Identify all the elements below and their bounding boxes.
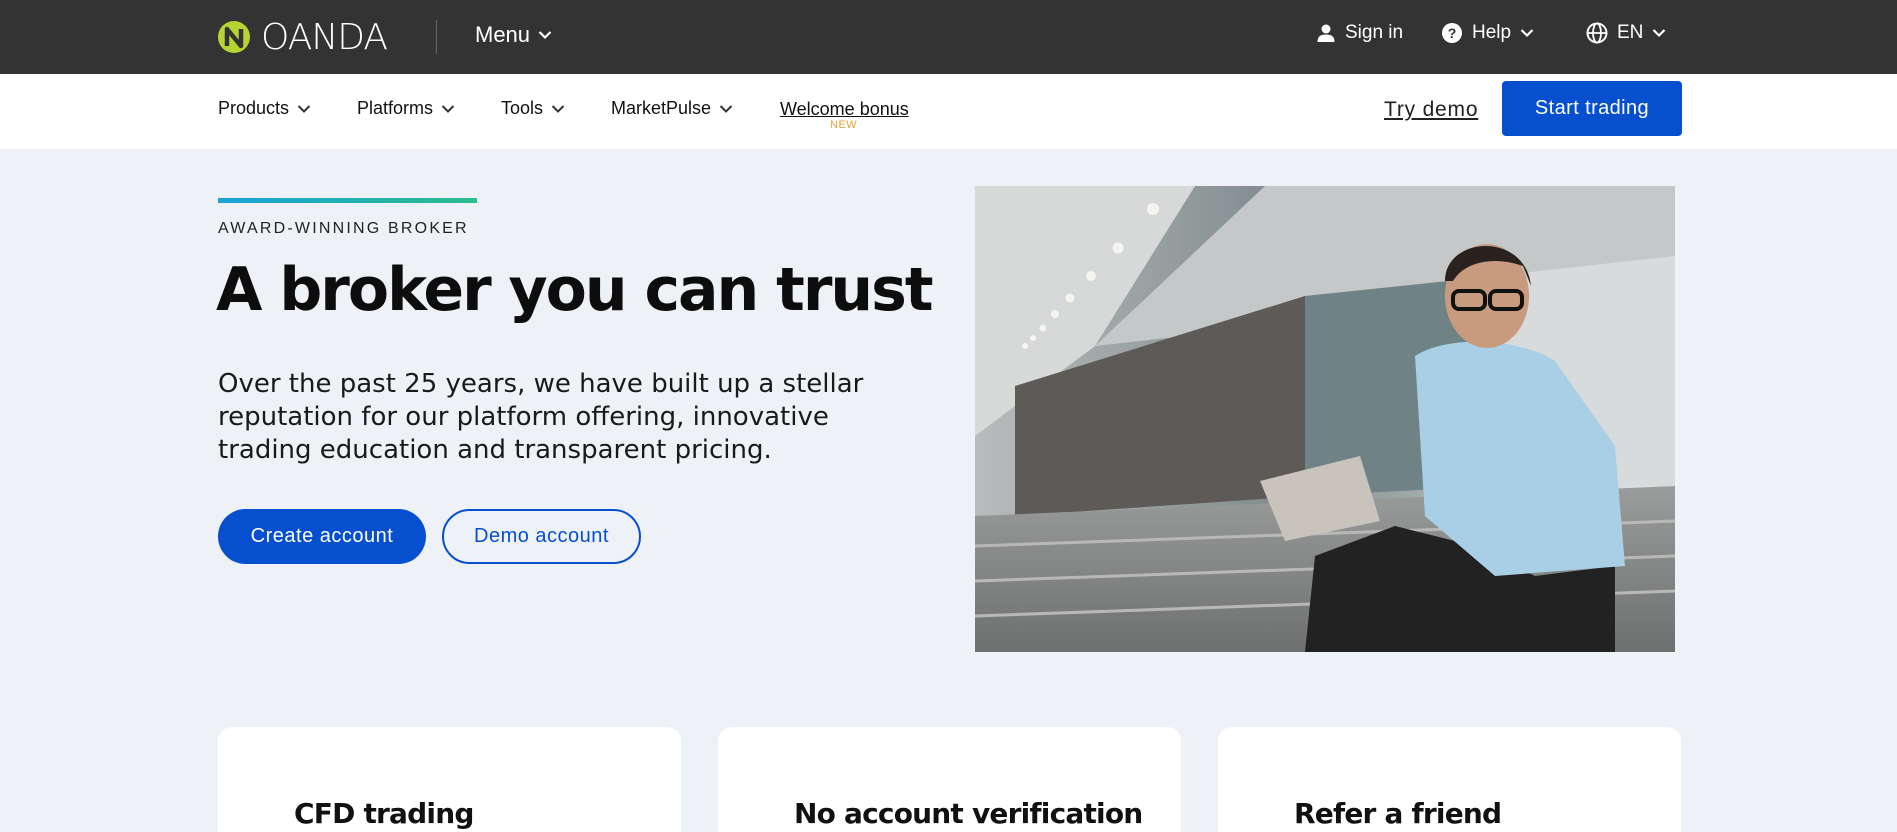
menu-label: Menu xyxy=(475,22,531,47)
create-account-button[interactable]: Create account xyxy=(218,509,426,564)
help-icon: ? xyxy=(1442,23,1462,43)
accent-line xyxy=(218,198,477,203)
chevron-down-icon xyxy=(1653,29,1666,38)
nav-item-label: Platforms xyxy=(357,98,434,118)
feature-card-cfd[interactable]: CFD trading xyxy=(218,727,681,832)
help-menu[interactable]: ? Help xyxy=(1441,22,1534,44)
nav-item-label: MarketPulse xyxy=(611,98,712,118)
nav-item-label: Products xyxy=(218,98,290,118)
nav-item-label: Tools xyxy=(501,98,544,118)
hero-eyebrow: AWARD-WINNING BROKER xyxy=(218,220,469,237)
chevron-down-icon xyxy=(551,104,565,113)
sign-in-link[interactable]: Sign in xyxy=(1316,22,1403,44)
logo-text: OANDA xyxy=(261,16,388,58)
language-selector[interactable]: EN xyxy=(1586,22,1666,44)
feature-card-no-verification[interactable]: No account verification xyxy=(718,727,1181,832)
svg-text:?: ? xyxy=(1448,25,1457,41)
user-icon xyxy=(1317,24,1335,42)
chevron-down-icon xyxy=(441,104,455,113)
feature-card-refer-friend[interactable]: Refer a friend xyxy=(1218,727,1681,832)
menu-button[interactable]: Menu xyxy=(475,22,552,48)
nav-item-tools[interactable]: Tools xyxy=(501,98,565,119)
chevron-down-icon xyxy=(538,31,552,40)
help-label: Help xyxy=(1472,22,1512,43)
nav-item-platforms[interactable]: Platforms xyxy=(357,98,455,119)
sign-in-label: Sign in xyxy=(1345,22,1404,43)
oanda-logo[interactable]: OANDA xyxy=(217,16,388,58)
chevron-down-icon xyxy=(1520,29,1534,38)
chevron-down-icon xyxy=(719,104,733,113)
topbar-divider xyxy=(436,20,437,54)
new-badge: NEW xyxy=(830,119,858,131)
nav-item-welcome-bonus[interactable]: Welcome bonus xyxy=(780,99,909,120)
hero-title: A broker you can trust xyxy=(216,255,934,325)
chevron-down-icon xyxy=(297,104,311,113)
card-title: CFD trading xyxy=(294,797,474,830)
start-trading-button[interactable]: Start trading xyxy=(1502,81,1682,136)
globe-icon xyxy=(1586,22,1608,44)
nav-item-marketpulse[interactable]: MarketPulse xyxy=(611,98,733,119)
oanda-logo-icon xyxy=(218,21,250,53)
hero-image xyxy=(975,186,1675,652)
language-label: EN xyxy=(1617,22,1644,43)
card-title: No account verification xyxy=(794,797,1143,830)
top-bar: OANDA Menu Sign in ? Help EN xyxy=(0,0,1897,74)
card-title: Refer a friend xyxy=(1294,797,1502,830)
nav-item-products[interactable]: Products xyxy=(218,98,311,119)
demo-account-button[interactable]: Demo account xyxy=(442,509,641,564)
hero-description: Over the past 25 years, we have built up… xyxy=(218,369,864,465)
try-demo-link[interactable]: Try demo xyxy=(1384,98,1478,122)
